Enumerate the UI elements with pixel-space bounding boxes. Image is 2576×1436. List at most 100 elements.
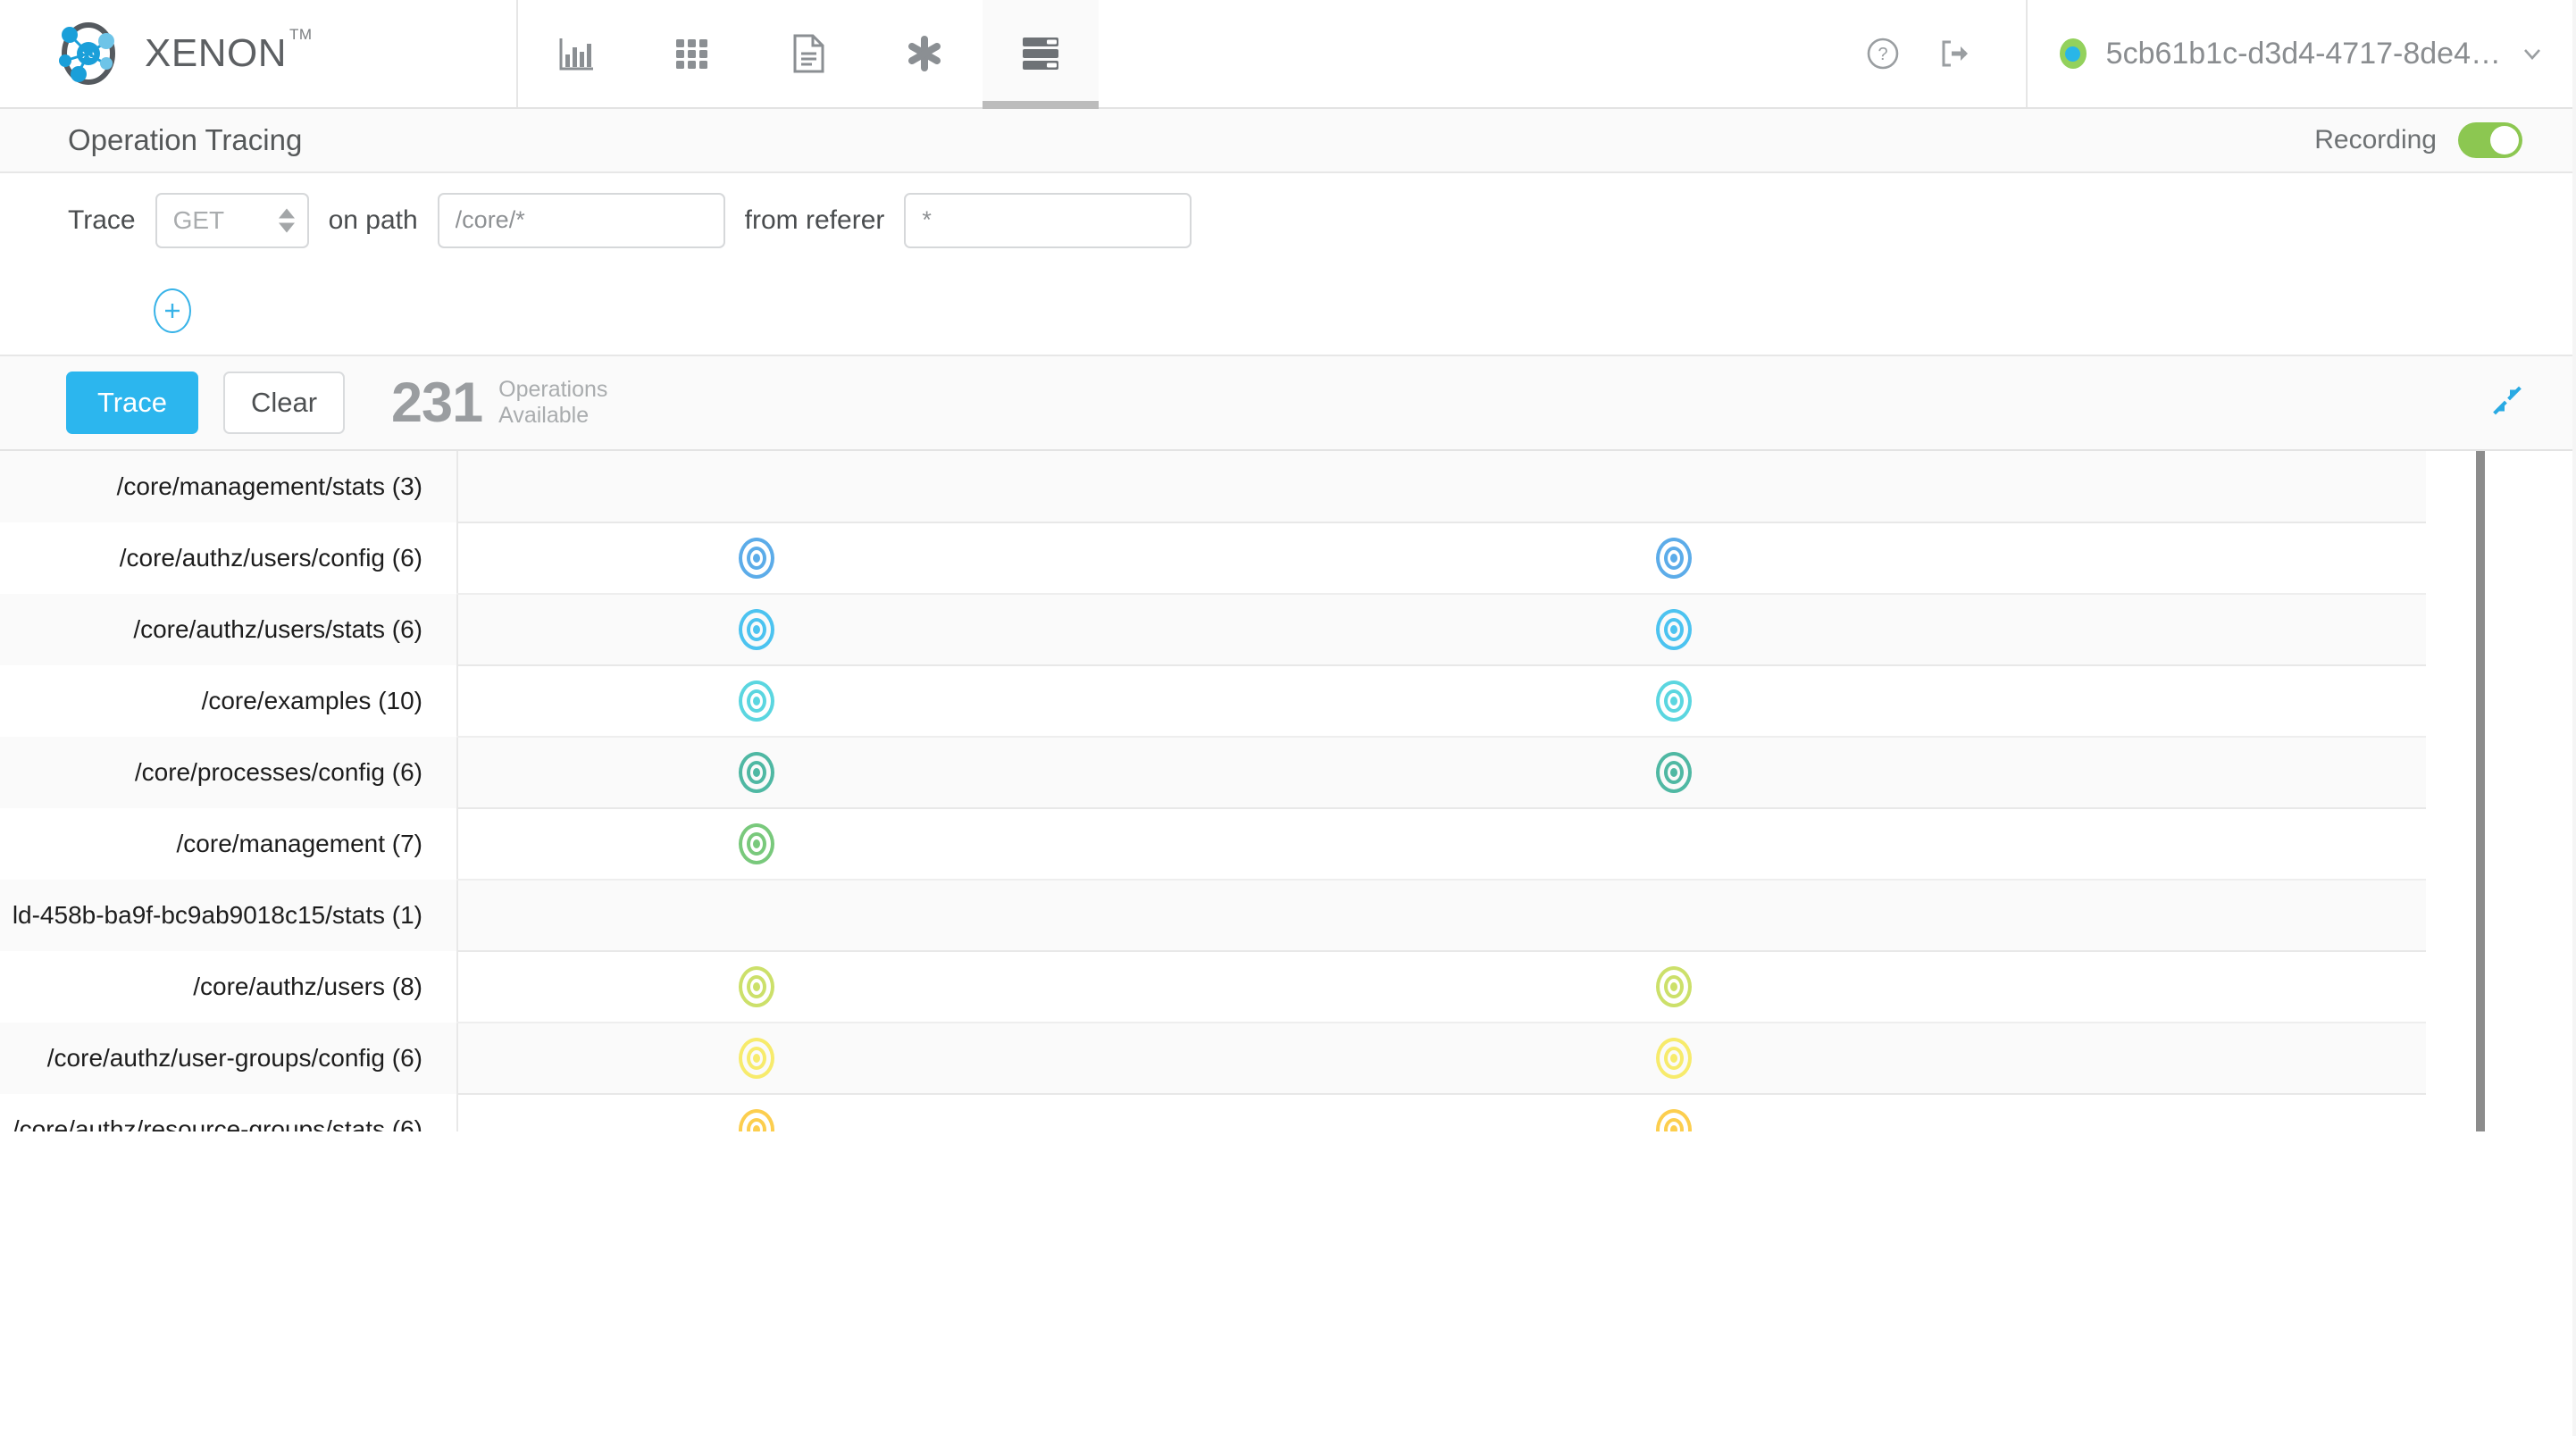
operation-path-label: ld-458b-ba9f-bc9ab9018c15/stats (1) <box>12 901 422 929</box>
from-referer-label: from referer <box>744 205 885 235</box>
trace-marker-ring[interactable] <box>1656 680 1692 722</box>
operation-timeline-cell[interactable] <box>456 1023 2426 1095</box>
trace-marker-ring[interactable] <box>739 1038 774 1079</box>
node-selector[interactable]: 5cb61b1c-d3d4-4717-8de4… <box>2025 0 2576 107</box>
operation-timeline-cell[interactable] <box>456 808 2426 881</box>
asterisk-icon <box>906 35 943 72</box>
operation-path-label: /core/authz/users/stats (6) <box>133 615 422 643</box>
utility-icons: ? <box>1865 36 2026 71</box>
action-bar: Trace Clear 231 Operations Available <box>0 356 2576 451</box>
table-row[interactable]: /core/authz/user-groups/config (6) <box>0 1023 2426 1095</box>
trace-marker-ring[interactable] <box>739 823 774 864</box>
table-row[interactable]: ld-458b-ba9f-bc9ab9018c15/stats (1) <box>0 880 2426 952</box>
trace-marker-ring[interactable] <box>1656 752 1692 793</box>
brand-trademark: TM <box>289 26 313 44</box>
trace-marker-ring[interactable] <box>739 609 774 650</box>
page-title: Operation Tracing <box>68 123 303 156</box>
trace-marker-ring[interactable] <box>739 538 774 579</box>
operation-path-label: /core/processes/config (6) <box>134 758 422 786</box>
help-circle-icon[interactable]: ? <box>1865 36 1901 71</box>
table-row[interactable]: /core/authz/users/stats (6) <box>0 594 2426 666</box>
trace-marker-ring[interactable] <box>1656 1109 1692 1131</box>
svg-text:?: ? <box>1878 45 1887 64</box>
trace-label: Trace <box>68 205 136 235</box>
brand-name-text: XENON <box>145 31 287 75</box>
grid-apps-icon <box>674 36 710 71</box>
page-right-edge <box>2572 0 2576 1436</box>
operation-timeline-cell[interactable] <box>456 594 2426 666</box>
operation-timeline-cell[interactable] <box>456 665 2426 738</box>
trace-marker-ring[interactable] <box>739 680 774 722</box>
operation-timeline-cell[interactable] <box>456 880 2426 952</box>
operation-timeline-cell[interactable] <box>456 522 2426 595</box>
collapse-arrows-icon[interactable] <box>2492 386 2522 421</box>
operation-path-label: /core/authz/resource-groups/stats (6) <box>12 1115 422 1131</box>
table-row[interactable]: /core/management (7) <box>0 808 2426 881</box>
operation-path-label: /core/management/stats (3) <box>116 472 422 500</box>
table-right-filler <box>2426 451 2476 1131</box>
plus-circle-icon[interactable] <box>154 288 191 333</box>
top-right-area: ? 5cb61b1c-d3d4-4717-8de4… <box>1865 0 2576 107</box>
page-header: Operation Tracing Recording <box>0 109 2576 173</box>
vertical-scrollbar[interactable] <box>2476 451 2485 1131</box>
table-row[interactable]: /core/examples (10) <box>0 665 2426 738</box>
method-select-wrapper: GET <box>155 192 309 248</box>
trace-marker-ring[interactable] <box>739 966 774 1007</box>
table-row[interactable]: /core/processes/config (6) <box>0 737 2426 809</box>
recording-toggle[interactable] <box>2458 122 2522 158</box>
referer-input[interactable] <box>904 192 1192 248</box>
trace-marker-ring[interactable] <box>1656 966 1692 1007</box>
atom-molecule-logo-icon: xe <box>55 21 121 87</box>
brand-name: XENON TM <box>145 26 312 76</box>
method-select[interactable]: GET <box>155 192 309 248</box>
table-row[interactable]: /core/authz/resource-groups/stats (6) <box>0 1094 2426 1131</box>
trace-table-area: /core/management/stats (3) /core/authz/us… <box>0 451 2576 1131</box>
logout-exit-icon[interactable] <box>1936 36 1972 71</box>
operation-timeline-cell[interactable] <box>456 737 2426 809</box>
brand-logo-area[interactable]: xe XENONTM <box>0 0 518 107</box>
recording-label: Recording <box>2314 125 2437 154</box>
operation-path-label: /core/authz/users (8) <box>193 973 422 1000</box>
node-status-indicator-icon <box>2059 38 2087 69</box>
table-row[interactable]: /core/management/stats (3) <box>0 451 2426 523</box>
trace-marker-ring[interactable] <box>1656 1038 1692 1079</box>
table-row[interactable]: /core/authz/users (8) <box>0 951 2426 1023</box>
recording-control: Recording <box>2314 122 2522 158</box>
table-row[interactable]: /core/authz/users/config (6) <box>0 522 2426 595</box>
operation-path-label: /core/authz/user-groups/config (6) <box>46 1044 422 1072</box>
operations-count-caption: Operations Available <box>498 377 607 429</box>
on-path-label: on path <box>328 205 418 235</box>
operation-timeline-cell[interactable] <box>456 451 2426 523</box>
scrollbar-thumb[interactable] <box>2476 451 2485 1131</box>
operation-timeline-cell[interactable] <box>456 1094 2426 1131</box>
trace-marker-ring[interactable] <box>1656 538 1692 579</box>
tab-metrics[interactable] <box>518 0 634 107</box>
trace-button[interactable]: Trace <box>66 372 198 434</box>
operation-path-label: /core/management (7) <box>176 830 422 857</box>
caption-line-2: Available <box>498 403 590 428</box>
operations-counter: 231 Operations Available <box>391 371 607 434</box>
caption-line-1: Operations <box>498 377 608 403</box>
operation-tracing-page: xe XENONTM <box>0 0 2576 1436</box>
operations-count: 231 <box>391 371 483 434</box>
trace-marker-ring[interactable] <box>739 752 774 793</box>
tab-operation-tracing[interactable] <box>983 0 1099 109</box>
server-stack-icon <box>1022 37 1059 71</box>
clear-button[interactable]: Clear <box>223 372 345 434</box>
table-far-filler <box>2485 451 2576 1131</box>
operation-timeline-cell[interactable] <box>456 951 2426 1023</box>
nav-tabs <box>518 0 1099 109</box>
tab-applications[interactable] <box>634 0 750 107</box>
tab-documents[interactable] <box>750 0 866 107</box>
toggle-knob <box>2490 126 2519 154</box>
trace-table: /core/management/stats (3) /core/authz/us… <box>0 451 2426 1131</box>
trace-marker-ring[interactable] <box>739 1109 774 1131</box>
trace-marker-ring[interactable] <box>1656 609 1692 650</box>
document-icon <box>791 34 825 73</box>
operation-path-label: /core/authz/users/config (6) <box>119 544 422 572</box>
filter-bar: Trace GET on path from referer <box>0 173 2576 267</box>
path-input[interactable] <box>437 192 725 248</box>
add-filter-bar <box>0 267 2576 356</box>
bar-chart-icon <box>557 35 595 72</box>
tab-processes[interactable] <box>866 0 983 107</box>
